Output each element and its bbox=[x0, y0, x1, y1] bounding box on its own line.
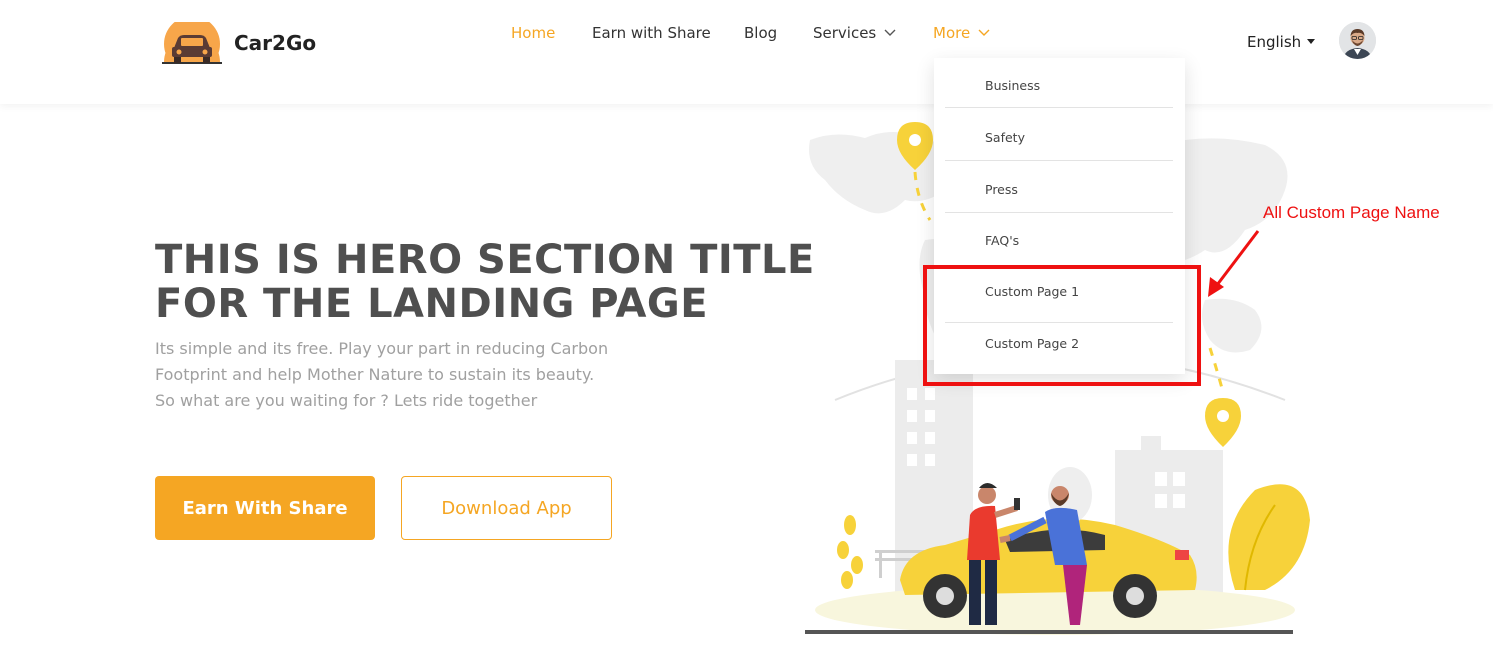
nav-more-label: More bbox=[933, 24, 971, 42]
menu-item-faqs[interactable]: FAQ's bbox=[985, 233, 1019, 248]
user-avatar-icon bbox=[1339, 22, 1376, 59]
menu-divider bbox=[945, 160, 1173, 161]
logo[interactable]: Car2Go bbox=[162, 22, 316, 64]
annotation-highlight-box bbox=[923, 265, 1201, 386]
menu-divider bbox=[945, 107, 1173, 108]
avatar[interactable] bbox=[1339, 22, 1376, 59]
nav-home-label: Home bbox=[511, 24, 556, 42]
language-label: English bbox=[1247, 33, 1302, 51]
annotation-arrow-icon bbox=[1208, 230, 1260, 297]
hero-title-line-1: THIS IS HERO SECTION TITLE bbox=[155, 237, 815, 283]
menu-item-safety[interactable]: Safety bbox=[985, 130, 1025, 145]
hero-subtitle: Its simple and its free. Play your part … bbox=[155, 336, 655, 414]
annotation-label: All Custom Page Name bbox=[1263, 203, 1440, 222]
menu-item-business[interactable]: Business bbox=[985, 78, 1040, 93]
chevron-down-icon bbox=[884, 29, 896, 36]
hero-title: THIS IS HERO SECTION TITLE FOR THE LANDI… bbox=[155, 237, 815, 327]
nav-more[interactable]: More bbox=[933, 24, 990, 42]
download-app-button[interactable]: Download App bbox=[401, 476, 612, 540]
nav-services-label: Services bbox=[813, 24, 877, 42]
chevron-down-icon bbox=[978, 29, 990, 36]
car-logo-icon bbox=[162, 22, 222, 64]
nav-earn-label: Earn with Share bbox=[592, 24, 711, 42]
earn-with-share-button[interactable]: Earn With Share bbox=[155, 476, 375, 540]
brand-name: Car2Go bbox=[234, 31, 317, 55]
hero-title-line-2: FOR THE LANDING PAGE bbox=[155, 281, 709, 327]
nav-earn-with-share[interactable]: Earn with Share bbox=[592, 24, 711, 42]
menu-divider bbox=[945, 212, 1173, 213]
nav-blog-label: Blog bbox=[744, 24, 778, 42]
caret-down-icon bbox=[1307, 39, 1316, 44]
nav-services[interactable]: Services bbox=[813, 24, 896, 42]
nav-blog[interactable]: Blog bbox=[744, 24, 777, 42]
language-selector[interactable]: English bbox=[1247, 33, 1316, 51]
header: Car2Go Home Earn with Share Blog Service… bbox=[0, 0, 1493, 104]
menu-item-press[interactable]: Press bbox=[985, 182, 1018, 197]
hero-subtitle-line-1: Its simple and its free. Play your part … bbox=[155, 339, 609, 358]
hero-subtitle-line-3: So what are you waiting for ? Lets ride … bbox=[155, 391, 538, 410]
nav-home[interactable]: Home bbox=[511, 24, 555, 42]
hero-subtitle-line-2: Footprint and help Mother Nature to sust… bbox=[155, 365, 595, 384]
